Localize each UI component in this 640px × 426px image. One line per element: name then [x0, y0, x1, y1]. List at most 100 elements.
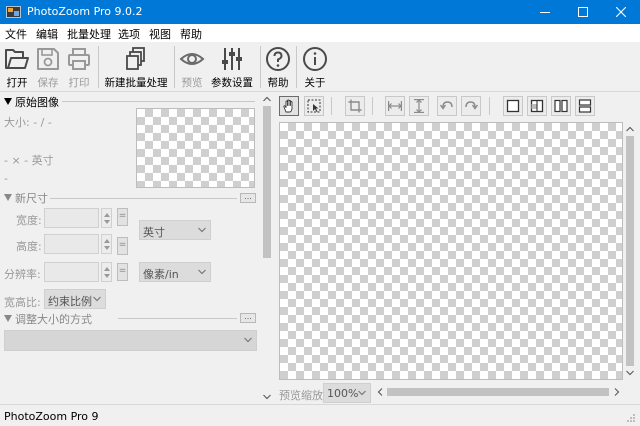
height-input[interactable] — [44, 234, 99, 254]
split-view-icon — [530, 99, 544, 113]
width-link-button[interactable]: = — [117, 208, 128, 226]
resize-grip-icon[interactable] — [626, 413, 636, 423]
tool-separator — [372, 97, 373, 115]
preview-zoom-label: 预览缩放: — [279, 389, 327, 402]
save-disk-icon — [37, 48, 59, 70]
toolbar-separator — [296, 46, 297, 88]
about-label: 关于 — [304, 77, 326, 89]
help-icon — [266, 47, 290, 71]
resolution-spinner[interactable] — [101, 262, 112, 282]
section-divider — [118, 318, 237, 319]
stacked-view-icon — [578, 99, 592, 113]
resolution-input[interactable] — [44, 262, 99, 282]
section-divider — [62, 101, 255, 102]
spin-up-icon — [104, 239, 110, 243]
preview-vertical-scrollbar[interactable] — [623, 122, 637, 380]
help-button[interactable]: 帮助 — [264, 44, 292, 90]
view-single-button[interactable] — [503, 96, 523, 116]
title-bar: PhotoZoom Pro 9.0.2 — [0, 0, 640, 24]
scroll-right-icon — [614, 388, 620, 396]
original-size-text: 大小: - / - — [4, 116, 52, 129]
parameters-label: 参数设置 — [211, 77, 253, 89]
resize-method-header[interactable]: 调整大小的方式 — [4, 311, 92, 327]
collapse-triangle-icon — [4, 315, 12, 322]
size-unit-select[interactable]: 英寸 — [139, 220, 211, 240]
preview-vertical-scroll-thumb[interactable] — [626, 136, 634, 366]
print-label: 打印 — [68, 77, 90, 89]
preview-horizontal-scrollbar[interactable] — [375, 384, 623, 400]
selection-tool-button[interactable] — [304, 96, 324, 116]
height-link-button[interactable]: = — [117, 237, 128, 255]
preview-button[interactable]: 预览 — [178, 44, 206, 90]
width-input[interactable] — [44, 208, 99, 228]
chevron-down-icon — [358, 390, 366, 396]
rotate-right-button[interactable] — [461, 96, 481, 116]
rotate-left-icon — [440, 101, 453, 110]
settings-scroll-thumb[interactable] — [263, 106, 271, 258]
crop-button[interactable] — [345, 96, 365, 116]
section-divider — [50, 198, 237, 199]
print-button[interactable]: 打印 — [64, 44, 94, 90]
resolution-unit-select[interactable]: 像素/in — [139, 262, 211, 282]
close-button[interactable] — [602, 0, 640, 24]
menu-bar: 文件 编辑 批量处理 选项 视图 帮助 — [0, 24, 640, 42]
resolution-link-button[interactable]: = — [117, 263, 128, 281]
batch-copies-icon — [126, 47, 145, 70]
settings-scrollbar[interactable] — [260, 92, 274, 404]
scroll-down-icon — [626, 370, 634, 376]
parameters-button[interactable]: 参数设置 — [209, 44, 255, 90]
help-label: 帮助 — [267, 77, 289, 89]
preview-horizontal-scroll-thumb[interactable] — [387, 388, 609, 396]
chevron-down-icon — [198, 269, 206, 275]
save-button[interactable]: 保存 — [33, 44, 63, 90]
preview-canvas[interactable] — [279, 122, 623, 380]
view-split-button[interactable] — [527, 96, 547, 116]
info-icon — [303, 47, 327, 71]
toolbar-separator — [174, 46, 175, 88]
status-bar: PhotoZoom Pro 9 — [0, 404, 640, 426]
chevron-down-icon — [244, 337, 252, 343]
app-icon — [6, 6, 21, 18]
open-button[interactable]: 打开 — [2, 44, 32, 90]
menu-edit[interactable]: 编辑 — [36, 26, 58, 42]
menu-view[interactable]: 视图 — [149, 26, 171, 42]
toolbar-separator — [98, 46, 99, 88]
menu-options[interactable]: 选项 — [118, 26, 140, 42]
height-spinner[interactable] — [101, 234, 112, 254]
resize-method-options-button[interactable]: ... — [240, 313, 256, 323]
preview-panel: 预览缩放: 100% — [275, 92, 640, 404]
menu-help[interactable]: 帮助 — [180, 26, 202, 42]
view-stacked-button[interactable] — [575, 96, 595, 116]
minimize-icon — [540, 12, 550, 13]
tool-separator — [331, 97, 332, 115]
rotate-left-button[interactable] — [437, 96, 457, 116]
preview-zoom-select[interactable]: 100% — [323, 383, 371, 403]
scroll-down-icon — [263, 394, 271, 400]
maximize-button[interactable] — [564, 0, 602, 24]
resize-method-select[interactable] — [4, 330, 257, 351]
original-image-header[interactable]: 原始图像 — [4, 94, 59, 110]
new-size-header[interactable]: 新尺寸 — [4, 190, 48, 206]
resolution-unit-value: 像素/in — [143, 268, 179, 281]
width-spinner[interactable] — [101, 208, 112, 228]
new-batch-button[interactable]: 新建批量处理 — [101, 44, 171, 90]
menu-batch[interactable]: 批量处理 — [67, 26, 111, 42]
minimize-button[interactable] — [526, 0, 564, 24]
chevron-down-icon — [198, 227, 206, 233]
open-label: 打开 — [6, 77, 28, 89]
flip-horizontal-button[interactable] — [385, 96, 405, 116]
hand-tool-button[interactable] — [279, 96, 299, 116]
size-unit-value: 英寸 — [143, 226, 165, 239]
flip-vertical-button[interactable] — [409, 96, 429, 116]
aspect-ratio-select[interactable]: 约束比例 — [44, 289, 106, 309]
folder-open-icon — [5, 49, 29, 69]
about-button[interactable]: 关于 — [301, 44, 329, 90]
maximize-icon — [578, 7, 588, 17]
view-side-by-side-button[interactable] — [551, 96, 571, 116]
new-size-options-button[interactable]: ... — [240, 193, 256, 203]
crop-icon — [348, 99, 362, 113]
tool-separator — [489, 97, 490, 115]
sliders-icon — [222, 48, 242, 70]
menu-file[interactable]: 文件 — [5, 26, 27, 42]
toolbar: 打开 保存 打印 新建批量处理 预览 参数设置 帮助 关于 — [0, 42, 640, 92]
